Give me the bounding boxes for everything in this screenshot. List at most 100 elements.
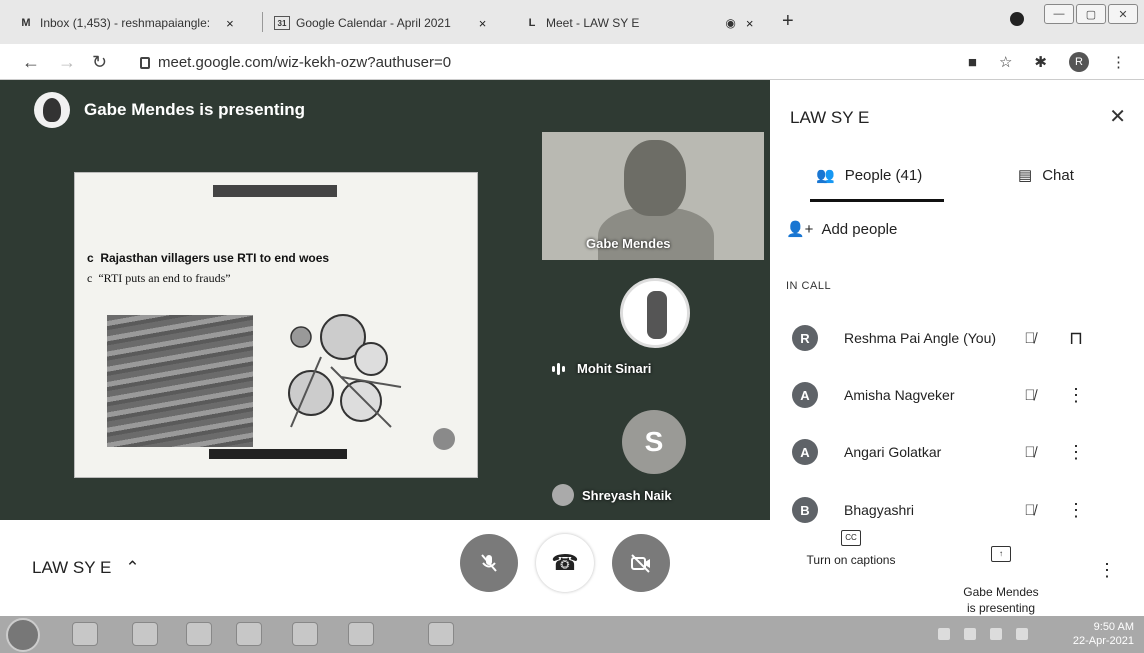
more-options-icon[interactable]: ⋮ (1064, 442, 1088, 463)
close-icon[interactable]: ✕ (1109, 104, 1126, 129)
slide-bullet-text: “RTI puts an end to frauds” (98, 271, 231, 285)
tab-divider (262, 12, 263, 32)
more-options-icon[interactable]: ⋮ (1064, 385, 1088, 406)
close-tab-icon[interactable]: × (479, 16, 487, 31)
extensions-icon[interactable]: ✱ (1034, 53, 1047, 71)
start-button[interactable] (6, 618, 40, 652)
participant-avatar-shreyash[interactable]: S (622, 410, 686, 474)
extension-icon[interactable] (1010, 12, 1024, 26)
profile-avatar[interactable]: R (1069, 52, 1089, 72)
tab-inbox[interactable]: M Inbox (1,453) - reshmapaiangle: × (18, 8, 234, 38)
close-tab-icon[interactable]: × (746, 16, 754, 31)
presenting-label: Gabe Mendes is presenting (963, 585, 1039, 615)
microphone-toggle-button[interactable] (460, 534, 518, 592)
active-tab-indicator (810, 199, 944, 202)
power-icon[interactable] (1016, 628, 1028, 640)
network-icon[interactable] (938, 628, 950, 640)
close-tab-icon[interactable]: × (226, 16, 234, 31)
mic-off-icon: 🎙̸ (1024, 501, 1036, 519)
participant-name: Gabe Mendes (586, 236, 671, 251)
tab-label: Meet - LAW SY E (546, 16, 640, 30)
internet-explorer-icon[interactable] (236, 622, 262, 646)
add-person-icon: 👤+ (786, 221, 814, 238)
tab-people-label: People (41) (844, 166, 923, 184)
meeting-details-toggle[interactable]: LAW SY E ⌃ (32, 558, 140, 578)
shared-slide: c Rajasthan villagers use RTI to end woe… (74, 172, 478, 478)
tab-label: Google Calendar - April 2021 (296, 16, 451, 30)
present-screen-icon: ↑ (991, 546, 1011, 562)
star-icon[interactable]: ☆ (999, 53, 1012, 71)
volume-icon[interactable] (964, 628, 976, 640)
leave-call-button[interactable]: ☎ (536, 534, 594, 592)
captions-label: Turn on captions (806, 553, 896, 567)
meeting-name: LAW SY E (32, 558, 112, 577)
more-options-icon[interactable]: ⋮ (1064, 500, 1088, 521)
add-people-button[interactable]: 👤+ Add people (786, 220, 898, 239)
participant-tile-gabe[interactable]: Gabe Mendes (542, 132, 764, 260)
presenter-avatar (34, 92, 70, 128)
slide-marker (433, 428, 455, 450)
mini-avatar (552, 484, 574, 506)
section-label: IN CALL (786, 280, 832, 292)
presenting-button[interactable]: ↑ Gabe Mendes is presenting (946, 530, 1056, 616)
slide-illustration (288, 314, 402, 428)
panel-footer: CC Turn on captions ↑ Gabe Mendes is pre… (770, 520, 1144, 616)
presentation-stage: Gabe Mendes is presenting c Rajasthan vi… (0, 80, 770, 520)
avatar: A (792, 439, 818, 465)
participant-avatar-mohit[interactable] (620, 278, 690, 348)
people-icon: 👥 (816, 167, 835, 184)
close-window-icon[interactable]: ✕ (1108, 4, 1138, 24)
back-icon[interactable]: ← (22, 52, 40, 73)
slide-caption-bar (209, 449, 347, 459)
forward-icon[interactable]: → (58, 52, 76, 73)
url-text: meet.google.com/wiz-kekh-ozw?authuser=0 (158, 54, 452, 71)
word-icon[interactable] (348, 622, 374, 646)
mic-off-icon: 🎙̸ (1024, 329, 1036, 347)
tab-chat[interactable]: ▤ Chat (1018, 166, 1074, 185)
camera-blocked-icon[interactable]: ■ (968, 54, 977, 71)
maximize-icon[interactable]: ▢ (1076, 4, 1106, 24)
slide-header-bar (213, 185, 337, 197)
clock[interactable]: 9:50 AM 22-Apr-2021 (1073, 620, 1134, 648)
participant-label-mohit: Mohit Sinari (552, 361, 651, 376)
panel-title: LAW SY E (790, 108, 870, 127)
tab-chat-label: Chat (1042, 166, 1074, 184)
participant-name: Reshma Pai Angle (You) (844, 330, 997, 346)
reload-icon[interactable]: ↻ (92, 52, 107, 73)
speaking-indicator-icon (552, 362, 565, 375)
app-icon[interactable] (186, 622, 212, 646)
toolbar-icons: ■ ☆ ✱ R ⋮ (968, 52, 1126, 72)
notification-icon[interactable] (990, 628, 1002, 640)
tab-meet[interactable]: L Meet - LAW SY E ◉ × (524, 8, 754, 38)
tab-people[interactable]: 👥 People (41) (816, 166, 923, 185)
participant-row[interactable]: A Angari Golatkar 🎙̸ ⋮ (792, 432, 1132, 472)
captions-button[interactable]: CC Turn on captions (786, 530, 916, 568)
window-controls: — ▢ ✕ (1044, 4, 1138, 24)
chrome-icon[interactable] (292, 622, 318, 646)
file-explorer-icon[interactable] (132, 622, 158, 646)
participant-row[interactable]: A Amisha Nagveker 🎙̸ ⋮ (792, 375, 1132, 415)
more-options-icon[interactable]: ⋮ (1098, 560, 1116, 581)
system-tray (938, 628, 1028, 640)
call-controls-bar: LAW SY E ⌃ ☎ (0, 520, 770, 616)
mic-off-icon (481, 554, 497, 572)
new-tab-icon[interactable]: + (782, 10, 794, 33)
app-window-icon[interactable] (428, 622, 454, 646)
slide-bullet: c Rajasthan villagers use RTI to end woe… (87, 251, 330, 265)
tab-calendar[interactable]: 31 Google Calendar - April 2021 × (274, 8, 486, 38)
add-people-label: Add people (821, 220, 898, 238)
url-field[interactable]: meet.google.com/wiz-kekh-ozw?authuser=0 (140, 54, 451, 71)
media-player-icon[interactable] (72, 622, 98, 646)
camera-toggle-button[interactable] (612, 534, 670, 592)
mic-off-icon: 🎙̸ (1024, 443, 1036, 461)
captions-icon: CC (841, 530, 861, 546)
recording-indicator-icon: ◉ (725, 16, 736, 30)
participant-name: Mohit Sinari (577, 361, 652, 376)
camera-off-icon (631, 554, 650, 573)
minimize-icon[interactable]: — (1044, 4, 1074, 24)
browser-menu-icon[interactable]: ⋮ (1111, 53, 1126, 71)
chevron-up-icon: ⌃ (125, 558, 140, 577)
pin-icon[interactable]: ⊓ (1064, 328, 1088, 349)
participant-name: Angari Golatkar (844, 444, 942, 460)
participant-row[interactable]: R Reshma Pai Angle (You) 🎙̸ ⊓ (792, 318, 1132, 358)
